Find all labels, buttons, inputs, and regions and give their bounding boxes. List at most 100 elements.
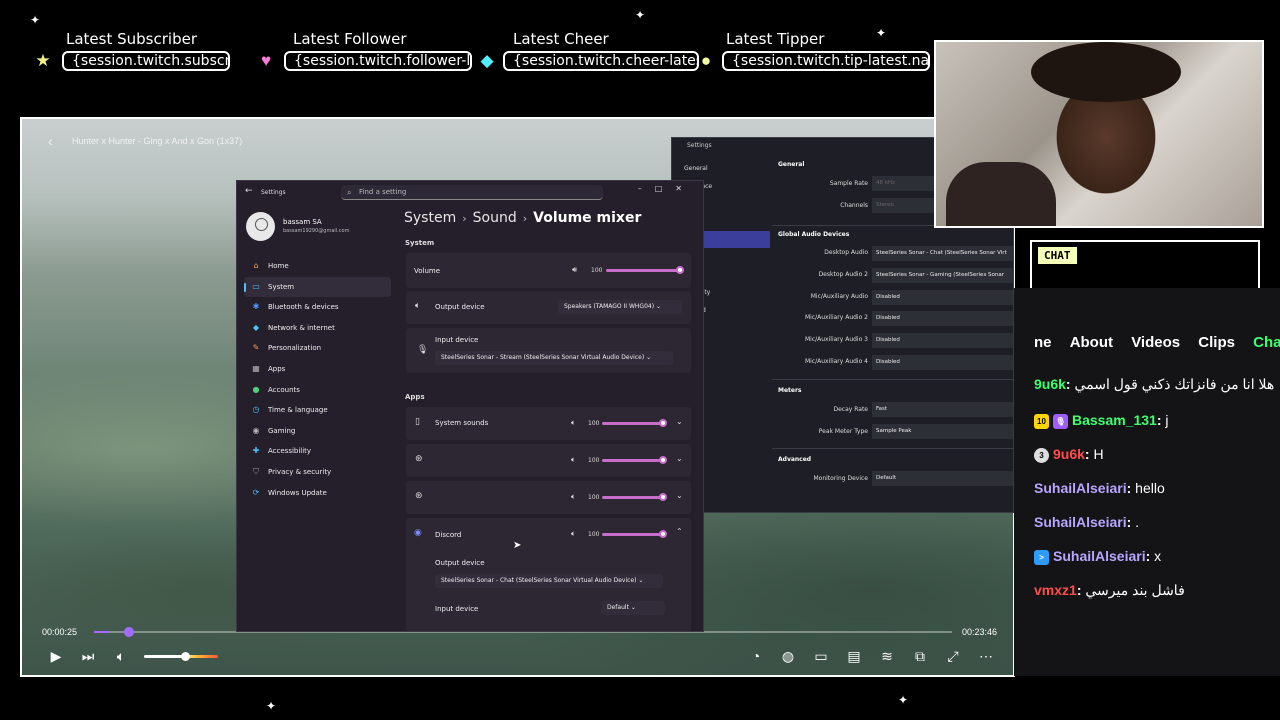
stream-overlay-header: ✦ ✦ ✦ Latest Subscriber ★ {session.twitc… [0,0,930,80]
output-device-card: 🔈︎ Output device Speakers (TAMAGO II WHG… [406,291,691,324]
speed-icon[interactable]: ◔ [747,647,765,665]
slider-handle[interactable] [659,456,667,464]
chevron-down-icon: ⌄ [655,303,662,310]
chat-message: vmxz1: فاشل بند ميرسي [1034,582,1185,599]
master-volume-slider[interactable] [606,266,684,274]
input-device-select[interactable]: SteelSeries Sonar - Stream (SteelSeries … [435,351,673,365]
tab-about[interactable]: About [1070,334,1113,351]
decay-rate-select[interactable]: Fast [872,402,1013,417]
back-arrow-icon[interactable]: ← [245,186,253,196]
volume-slider[interactable] [144,652,218,661]
chat-username[interactable]: SuhailAlseiari [1034,480,1127,496]
sparkle-icon: ✦ [635,8,646,22]
nav-item-home[interactable]: ⌂ Home [244,256,391,277]
chevron-down-icon[interactable]: ⌄ [676,417,683,426]
app-volume-row[interactable]: ▯ System sounds 🔈︎ 100 ⌄ [406,407,691,440]
next-icon[interactable]: ⏭ [79,647,97,665]
volume-icon[interactable]: 🔈︎ [112,647,130,665]
discord-volume-row[interactable]: ◉ Discord 🔈︎ 100 ⌃ Output device SteelSe… [406,518,691,631]
tab-home[interactable]: ne [1034,334,1052,351]
nav-item-privacy[interactable]: ⛉ Privacy & security [244,462,391,483]
search-input[interactable]: ⌕ Find a setting [341,185,603,200]
window-controls[interactable]: –□✕ [638,184,695,193]
chat-username[interactable]: SuhailAlseiari [1034,514,1127,530]
chat-username[interactable]: SuhailAlseiari [1053,548,1146,564]
fullscreen-icon[interactable]: ⤢ [944,647,962,665]
nav-item-network[interactable]: ◆ Network & internet [244,318,391,339]
speaker-icon[interactable]: 🔈︎ [571,418,576,428]
app-volume-row[interactable]: ⊛ 🔈︎ 100 ⌄ [406,444,691,477]
nav-item-accessibility[interactable]: ✚ Accessibility [244,441,391,462]
chat-username[interactable]: vmxz1 [1034,582,1077,598]
gem-icon: ◆ [480,51,494,70]
nav-item-personalization[interactable]: ✎ Personalization [244,338,391,359]
app-volume-slider[interactable] [602,456,667,464]
nav-item-gaming[interactable]: ◉ Gaming [244,421,391,442]
slider-handle[interactable] [659,493,667,501]
tab-chat[interactable]: Chat [1253,334,1280,351]
discord-output-select[interactable]: SteelSeries Sonar - Chat (SteelSeries So… [435,574,663,588]
chat-message: 9u6k: هلا انا من فانزاتك ذكني قول اسمي [1034,376,1274,393]
dashboard-icon[interactable]: ◍ [779,647,797,665]
nav-item-system[interactable]: ▭ System [244,276,391,298]
desktop-audio-2-select[interactable]: SteelSeries Sonar - Gaming (SteelSeries … [872,268,1013,283]
chat-username[interactable]: 9u6k [1053,446,1085,462]
audio-waves-icon[interactable]: ≋ [878,647,896,665]
app-volume-slider[interactable] [602,493,667,501]
mic-audio-4-select[interactable]: Disabled [872,355,1013,370]
app-volume-slider[interactable] [602,530,667,538]
nav-item-apps[interactable]: ▦ Apps [244,359,391,380]
desktop-audio-select[interactable]: SteelSeries Sonar - Chat (SteelSeries So… [872,246,1013,261]
play-icon[interactable]: ▶ [47,647,65,665]
breadcrumb-sound[interactable]: Sound [473,210,517,226]
tab-clips[interactable]: Clips [1198,334,1235,351]
apps-icon: ▦ [252,363,260,373]
seek-progress [94,631,110,633]
volume-handle[interactable] [180,652,190,661]
discord-input-select[interactable]: Default ⌄ [601,601,665,615]
nav-item-time[interactable]: ◷ Time & language [244,400,391,421]
speaker-icon[interactable]: 🔈︎ [571,492,576,502]
discord-output-label: Output device [435,559,485,567]
nav-item-accounts[interactable]: ● Accounts [244,380,391,401]
pip-icon[interactable]: ⧉ [911,647,929,665]
speaker-icon[interactable]: 🔈︎ [571,455,576,465]
back-arrow-icon[interactable]: ‹ [48,133,53,149]
obs-nav-general[interactable]: General [678,160,770,178]
page-title: Volume mixer [533,210,642,226]
more-icon[interactable]: ⋯ [977,647,995,665]
chevron-down-icon[interactable]: ⌄ [676,454,683,463]
avatar[interactable] [246,212,275,241]
output-device-select[interactable]: Speakers (TAMAGO II WHG04) ⌄ [558,300,682,314]
peak-meter-label: Peak Meter Type [818,428,868,435]
cast-icon[interactable]: ▭ [812,647,830,665]
chat-username[interactable]: 9u6k [1034,376,1066,392]
mic-audio-select[interactable]: Disabled [872,290,1013,305]
discord-input-value: Default [607,604,629,611]
peak-meter-select[interactable]: Sample Peak [872,424,1013,439]
mic-audio-2-select[interactable]: Disabled [872,311,1013,326]
chat-username[interactable]: Bassam_131 [1072,412,1157,428]
star-icon: ★ [35,51,51,70]
subtitles-icon[interactable]: ▤ [845,647,863,665]
obs-general-heading: General [778,161,805,168]
slider-handle[interactable] [659,530,667,538]
app-volume-row[interactable]: ⊛ 🔈︎ 100 ⌄ [406,481,691,514]
slider-handle[interactable] [659,419,667,427]
slider-handle[interactable] [676,266,684,274]
app-name: Discord [435,531,462,539]
breadcrumb-system[interactable]: System [404,210,456,226]
mic-audio-3-select[interactable]: Disabled [872,333,1013,348]
webcam-feed [934,40,1264,228]
monitoring-device-select[interactable]: Default [872,471,1013,486]
sub-badge: 3 [1034,447,1049,463]
nav-item-bluetooth[interactable]: ✱ Bluetooth & devices [244,297,391,318]
chevron-down-icon[interactable]: ⌄ [676,491,683,500]
chevron-up-icon[interactable]: ⌃ [676,527,683,536]
nav-item-windows-update[interactable]: ⟳ Windows Update [244,483,391,504]
app-volume-slider[interactable] [602,419,667,427]
tab-videos[interactable]: Videos [1131,334,1180,351]
chat-text: H [1093,446,1104,462]
speaker-icon[interactable]: 🔈︎ [571,529,576,539]
speaker-icon[interactable]: 🔊︎ [572,265,577,275]
